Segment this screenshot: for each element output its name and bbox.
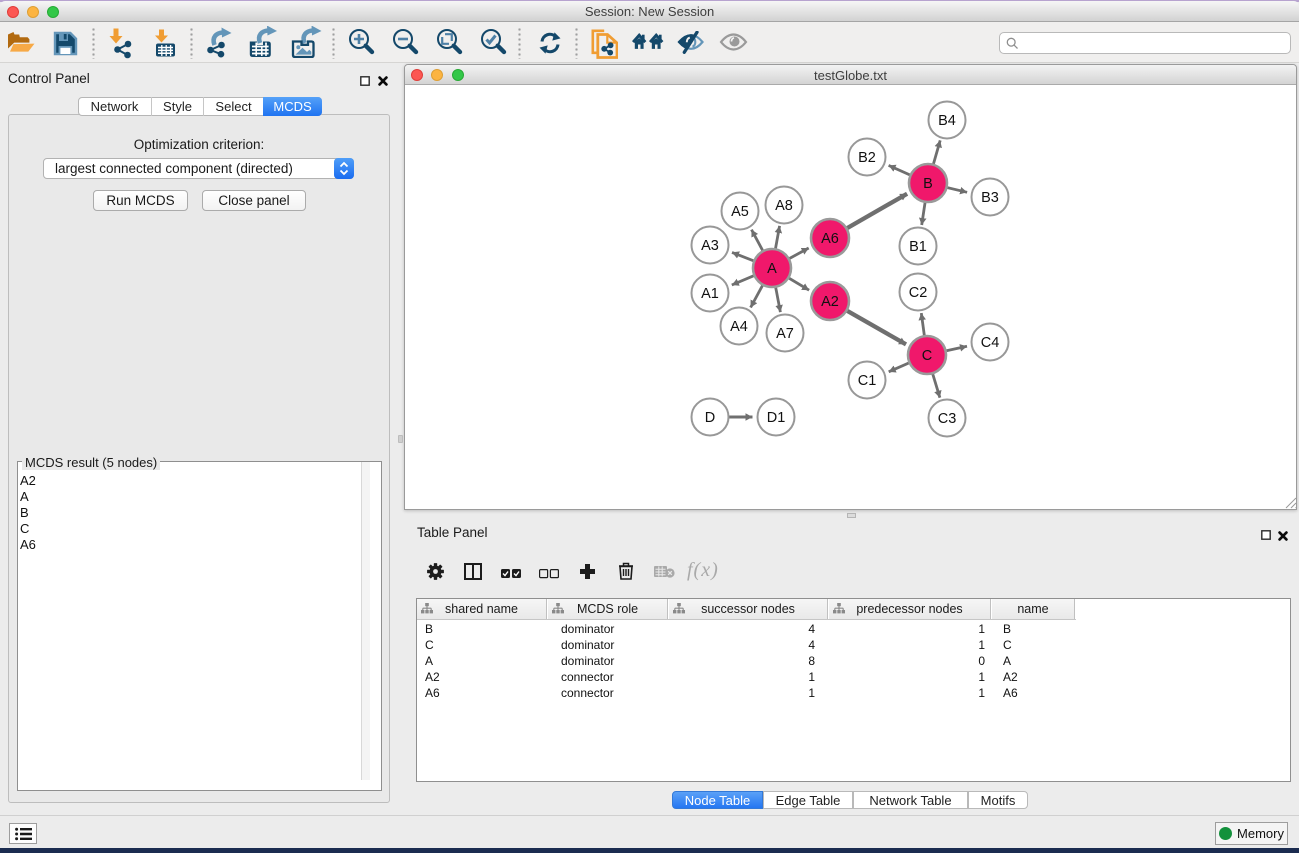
svg-text:A4: A4 [730,319,748,335]
svg-text:B1: B1 [909,239,927,255]
svg-text:A2: A2 [821,294,839,310]
svg-text:B2: B2 [858,150,876,166]
svg-text:A: A [767,261,777,277]
svg-text:D: D [705,410,715,426]
svg-text:C3: C3 [938,411,957,427]
svg-text:C2: C2 [909,285,928,301]
svg-text:B4: B4 [938,113,956,129]
svg-text:A7: A7 [776,326,794,342]
svg-text:B: B [923,176,933,192]
svg-text:D1: D1 [767,410,786,426]
svg-text:C: C [922,348,932,364]
svg-text:B3: B3 [981,190,999,206]
svg-text:A3: A3 [701,238,719,254]
svg-text:C1: C1 [858,373,877,389]
svg-text:A1: A1 [701,286,719,302]
svg-text:A8: A8 [775,198,793,214]
svg-text:A6: A6 [821,231,839,247]
svg-text:A5: A5 [731,204,749,220]
svg-text:C4: C4 [981,335,1000,351]
